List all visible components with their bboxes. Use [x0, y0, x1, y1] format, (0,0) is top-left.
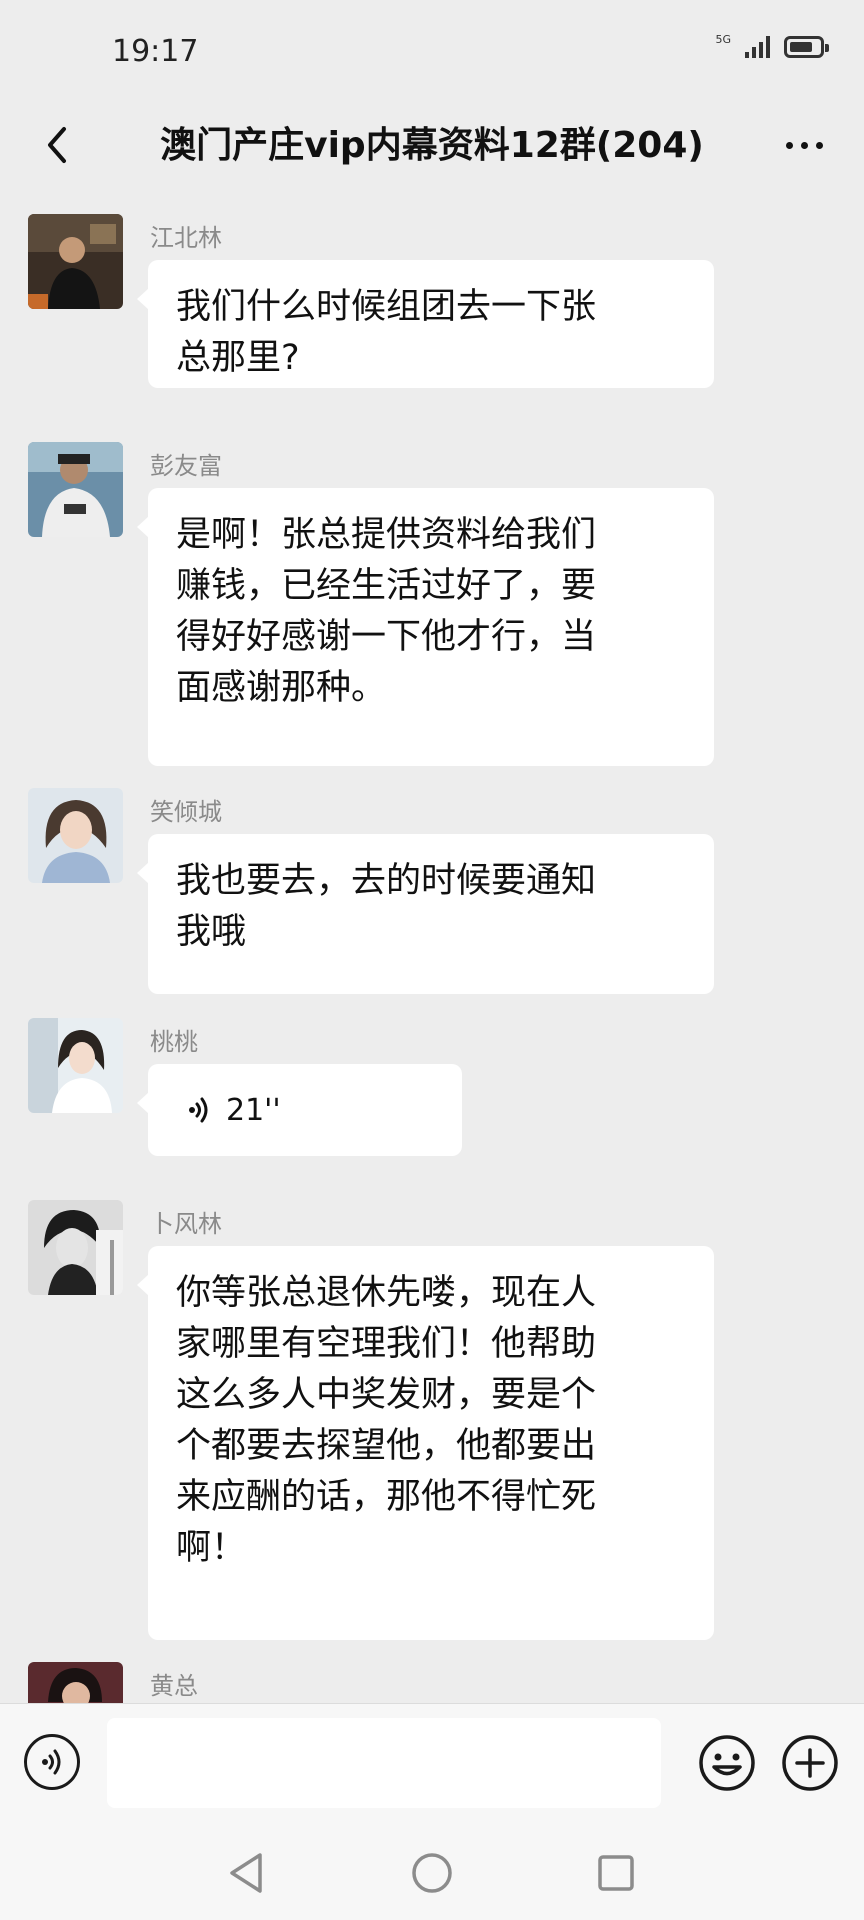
square-recents-icon: [598, 1855, 634, 1891]
emoji-button[interactable]: [698, 1734, 756, 1792]
message-line: 我哦: [176, 912, 247, 952]
message-bubble[interactable]: 你等张总退休先喽，现在人 家哪里有空理我们！他帮助 这么多人中奖发财，要是个 个…: [137, 1246, 714, 1640]
avatar[interactable]: [28, 1018, 123, 1113]
system-navigation-bar: [0, 1823, 864, 1920]
message-line: 是啊！张总提供资料给我们: [176, 515, 597, 555]
avatar[interactable]: [28, 788, 123, 883]
chevron-left-icon: [48, 127, 66, 163]
network-type: 5G: [715, 32, 731, 46]
battery-level: [790, 42, 812, 52]
message-bubble[interactable]: 我也要去，去的时候要通知 我哦: [137, 834, 714, 994]
sender-name: 彭友富: [150, 452, 222, 480]
battery-icon: [784, 36, 829, 58]
emoji-icon: [699, 1735, 755, 1791]
more-button[interactable]: [764, 110, 844, 180]
chat-message-list[interactable]: 江北林 我们什么时候组团去一下张 总那里? 彭友富 是啊！张总提供资料给我们 赚…: [0, 188, 864, 1703]
message-line: 个都要去探望他，他都要出: [176, 1426, 597, 1466]
more-dots-icon: [785, 141, 793, 149]
more-dot: [815, 141, 823, 149]
system-home-button[interactable]: [404, 1845, 460, 1901]
avatar[interactable]: [28, 214, 123, 309]
signal-icon: [745, 36, 770, 58]
voice-wave-icon: [189, 1097, 208, 1123]
input-bar: [0, 1703, 864, 1824]
avatar[interactable]: [28, 1200, 123, 1295]
message-line: 来应酬的话，那他不得忙死: [176, 1477, 597, 1517]
status-bar: 19:17 5G: [0, 0, 864, 100]
back-button[interactable]: [22, 110, 92, 180]
sender-name: 黄总: [150, 1672, 198, 1700]
message-line: 我也要去，去的时候要通知: [176, 861, 597, 901]
plus-circle-icon: [782, 1735, 838, 1791]
chat-title: 澳门产庄vip内幕资料12群(204): [160, 125, 704, 166]
sender-name: 桃桃: [150, 1028, 198, 1056]
message-line: 得好好感谢一下他才行，当: [176, 617, 597, 657]
avatar[interactable]: [28, 1662, 123, 1703]
sender-name: 卜风林: [150, 1210, 222, 1238]
message-bubble[interactable]: 我们什么时候组团去一下张 总那里?: [137, 260, 714, 388]
message-line: 面感谢那种。: [176, 668, 387, 708]
message-bubble[interactable]: 是啊！张总提供资料给我们 赚钱，已经生活过好了，要 得好好感谢一下他才行，当 面…: [137, 488, 714, 766]
voice-input-button[interactable]: [24, 1734, 80, 1790]
message-input[interactable]: [107, 1718, 661, 1808]
message-line: 这么多人中奖发财，要是个: [176, 1375, 597, 1415]
voice-duration: 21'': [226, 1092, 281, 1128]
circle-home-icon: [412, 1853, 452, 1893]
status-time: 19:17: [112, 34, 199, 69]
status-icons: 5G: [715, 32, 829, 58]
message-line: 总那里?: [176, 338, 300, 378]
avatar[interactable]: [28, 442, 123, 537]
message-line: 啊！: [176, 1528, 247, 1568]
voice-input-icon: [42, 1749, 61, 1775]
system-back-button[interactable]: [218, 1845, 274, 1901]
chat-header: 澳门产庄vip内幕资料12群(204): [0, 100, 864, 188]
system-recents-button[interactable]: [588, 1845, 644, 1901]
message-line: 赚钱，已经生活过好了，要: [176, 566, 597, 606]
message-line: 你等张总退休先喽，现在人: [176, 1273, 597, 1313]
message-line: 家哪里有空理我们！他帮助: [176, 1324, 597, 1364]
more-dot: [800, 141, 808, 149]
voice-message-bubble[interactable]: 21'': [137, 1064, 462, 1156]
sender-name: 江北林: [150, 224, 222, 252]
more-functions-button[interactable]: [781, 1734, 839, 1792]
sender-name: 笑倾城: [150, 798, 222, 826]
message-line: 我们什么时候组团去一下张: [176, 287, 597, 327]
triangle-back-icon: [230, 1853, 262, 1893]
